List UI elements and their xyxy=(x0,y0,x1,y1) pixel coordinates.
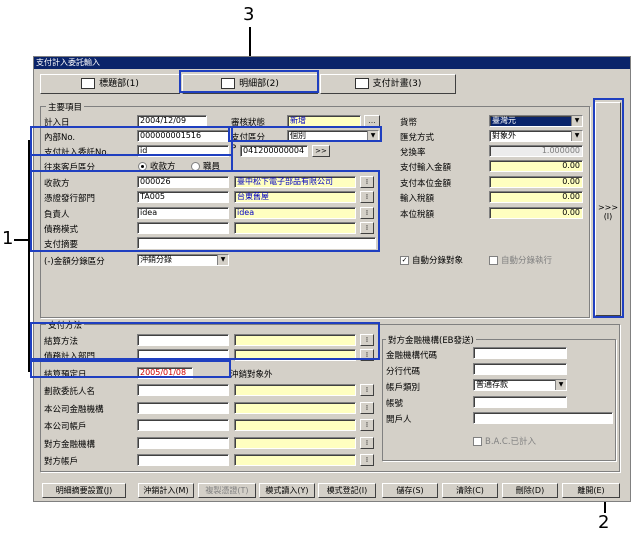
company-account-lookup-button[interactable]: ⁞ xyxy=(360,419,374,431)
base-tax-label: 本位稅額 xyxy=(400,210,435,220)
eb-bank-code-label: 金融機構代碼 xyxy=(386,351,438,361)
eb-account-holder-label: 開戶人 xyxy=(386,415,412,425)
eb-branch-code-label: 分行代碼 xyxy=(386,367,421,377)
highlight-internal-payment xyxy=(30,126,233,156)
payment-input-amount-field: 0.00 xyxy=(489,160,583,172)
checkbox-checked-icon: ✓ xyxy=(400,256,409,265)
company-account-label: 本公司帳戶 xyxy=(44,422,87,432)
eb-bac-checkbox[interactable]: B.A.C.已計入 xyxy=(473,435,536,447)
copy-voucher-button[interactable]: 複製憑證(T) xyxy=(198,483,256,498)
template-register-button[interactable]: 模式登記(I) xyxy=(318,483,376,498)
payment-base-amount-label: 支付本位金額 xyxy=(400,179,452,189)
counter-account-lookup-button[interactable]: ⁞ xyxy=(360,454,374,466)
highlight-settlement-block xyxy=(30,322,380,360)
chevron-down-icon: ▼ xyxy=(571,131,582,141)
chevron-down-icon: ▼ xyxy=(555,380,566,390)
transfer-requester-name-field xyxy=(234,384,356,396)
auto-split-exec-checkbox[interactable]: 自動分錄執行 xyxy=(489,254,552,266)
main-items-title: 主要項目 xyxy=(46,101,85,113)
delete-button[interactable]: 刪除(D) xyxy=(502,483,558,498)
input-tax-label: 輸入稅額 xyxy=(400,194,435,204)
transfer-requester-label: 劃款委託人名 xyxy=(44,387,96,397)
p-code-input[interactable]: 041200000004 xyxy=(240,145,308,157)
eb-account-no-label: 帳號 xyxy=(386,399,404,409)
company-bank-name-field xyxy=(234,402,356,414)
company-bank-label: 本公司金融機構 xyxy=(44,405,104,415)
payment-base-amount-field: 0.00 xyxy=(489,176,583,188)
template-load-button[interactable]: 模式讀入(Y) xyxy=(259,483,315,498)
checkbox-icon xyxy=(489,256,498,265)
currency-select[interactable]: 臺灣元 ▼ xyxy=(489,115,583,127)
eb-bank-title: 對方金融機構(EB發送) xyxy=(386,334,476,346)
window-title: 支付計入委託輸入 xyxy=(34,57,630,69)
eb-account-no-input[interactable] xyxy=(473,396,567,408)
company-account-name-field xyxy=(234,419,356,431)
book-icon xyxy=(81,78,96,89)
company-bank-lookup-button[interactable]: ⁞ xyxy=(360,402,374,414)
detail-summary-button[interactable]: 明細摘要設置(J) xyxy=(42,483,126,498)
eb-account-type-select[interactable]: 普通存款 ▼ xyxy=(473,379,567,391)
exit-button[interactable]: 離開(E) xyxy=(562,483,620,498)
eb-account-type-label: 帳戶類別 xyxy=(386,383,421,393)
highlight-tab-detail xyxy=(179,70,319,93)
exchange-rate-label: 兌換率 xyxy=(400,148,426,158)
tab-header[interactable]: 標題部(1) xyxy=(40,74,180,94)
base-tax-field: 0.00 xyxy=(489,207,583,219)
payment-input-amount-label: 支付輸入金額 xyxy=(400,163,452,173)
tab-payment-plan[interactable]: 支付計畫(3) xyxy=(320,74,456,94)
counter-bank-name-field xyxy=(234,437,356,449)
counter-bank-label: 對方金融機構 xyxy=(44,440,96,450)
chevron-down-icon: ▼ xyxy=(217,255,228,265)
save-button[interactable]: 儲存(S) xyxy=(382,483,438,498)
eb-branch-code-input[interactable] xyxy=(473,363,567,375)
highlight-payment-division xyxy=(228,126,382,142)
exchange-rate-field: 1.000000 xyxy=(489,145,583,157)
exchange-method-label: 匯兌方式 xyxy=(400,133,435,143)
auto-split-target-checkbox[interactable]: ✓ 自動分錄對象 xyxy=(400,254,463,266)
callout-3: 3 xyxy=(243,4,255,25)
input-tax-field: 0.00 xyxy=(489,191,583,203)
callout-1: 1 xyxy=(2,228,14,249)
offset-entry-button[interactable]: 沖銷計入(M) xyxy=(138,483,194,498)
eb-account-holder-input[interactable] xyxy=(473,412,613,424)
company-bank-input[interactable] xyxy=(137,402,229,414)
callout-2: 2 xyxy=(598,512,610,533)
chevron-down-icon: ▼ xyxy=(571,116,582,126)
transfer-requester-lookup-button[interactable]: ⁞ xyxy=(360,384,374,396)
amount-division-select[interactable]: 沖銷分錄 ▼ xyxy=(137,254,229,266)
transfer-requester-input[interactable] xyxy=(137,384,229,396)
exchange-method-select[interactable]: 對象外 ▼ xyxy=(489,130,583,142)
currency-label: 貨幣 xyxy=(400,118,418,128)
calendar-icon xyxy=(354,78,369,89)
counter-account-name-field xyxy=(234,454,356,466)
counter-account-input[interactable] xyxy=(137,454,229,466)
eb-bank-code-input[interactable] xyxy=(473,347,567,359)
callout-1-bracket xyxy=(28,140,30,372)
counter-account-label: 對方帳戶 xyxy=(44,457,79,467)
settlement-note: 沖銷對象外 xyxy=(230,370,273,380)
highlight-side-button xyxy=(593,98,624,318)
highlight-settlement-date xyxy=(30,360,231,378)
app-window: 支付計入委託輸入 標題部(1) 明細部(2) 支付計畫(3) 主要項目 計入日 … xyxy=(33,56,631,502)
company-account-input[interactable] xyxy=(137,419,229,431)
amount-division-label: (-)金額分錄區分 xyxy=(44,257,105,267)
counter-bank-input[interactable] xyxy=(137,437,229,449)
highlight-payee-block xyxy=(30,170,380,252)
checkbox-icon xyxy=(473,437,482,446)
p-code-button[interactable]: >> xyxy=(312,145,330,157)
counter-bank-lookup-button[interactable]: ⁞ xyxy=(360,437,374,449)
clear-button[interactable]: 清除(C) xyxy=(442,483,498,498)
